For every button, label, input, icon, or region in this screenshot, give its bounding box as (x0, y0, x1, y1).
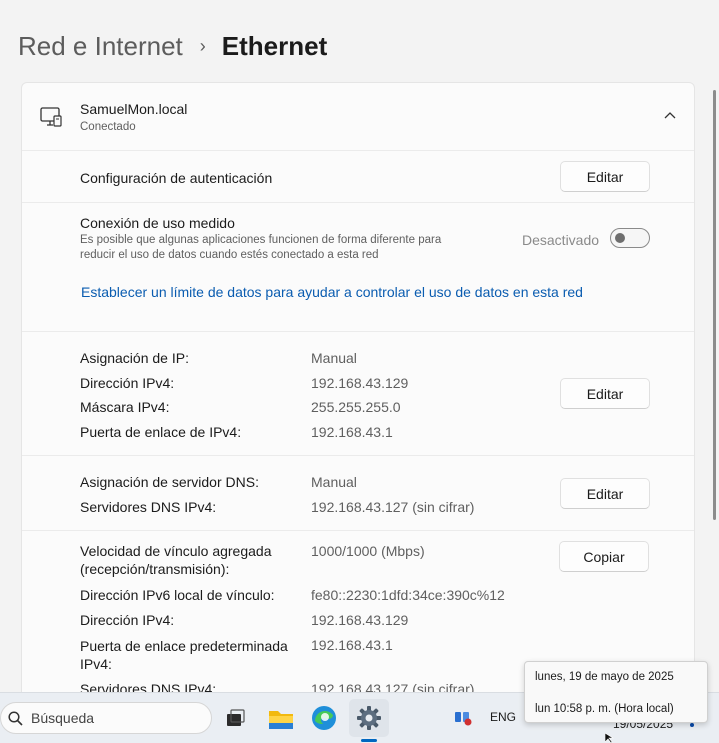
toggle-knob (615, 233, 625, 243)
mouse-cursor-icon (605, 733, 615, 743)
active-app-indicator (361, 739, 377, 742)
auth-edit-button[interactable]: Editar (560, 161, 650, 192)
ipv6-local-value: fe80::2230:1dfd:34ce:390c%12 (311, 587, 505, 603)
page-title: Ethernet (221, 30, 328, 61)
dns-servers-value: 192.168.43.127 (sin cifrar) (311, 499, 475, 515)
scrollbar[interactable] (713, 90, 716, 520)
data-limit-link[interactable]: Establecer un límite de datos para ayuda… (81, 284, 583, 300)
file-explorer-icon[interactable] (266, 703, 296, 733)
taskbar-search[interactable]: Búsqueda (0, 702, 212, 734)
task-view-icon[interactable] (220, 703, 250, 733)
metered-description-line2: reducir el uso de datos cuando estés con… (80, 249, 379, 261)
link-speed-label-line1: Velocidad de vínculo agregada (80, 543, 272, 559)
language-indicator[interactable]: ENG (490, 710, 516, 724)
tooltip-date: lunes, 19 de mayo de 2025 (535, 671, 674, 683)
copy-button[interactable]: Copiar (559, 541, 649, 572)
default-gateway-value: 192.168.43.1 (311, 637, 393, 653)
tray-network-icon[interactable] (452, 707, 474, 729)
edge-browser-icon[interactable] (309, 703, 339, 733)
ipv4-mask-label: Máscara IPv4: (80, 399, 170, 415)
ipv6-local-label: Dirección IPv6 local de vínculo: (80, 587, 275, 603)
tooltip-time: lun 10:58 p. m. (Hora local) (535, 703, 674, 715)
default-gateway-label-line2: IPv4: (80, 656, 112, 672)
link-speed-value: 1000/1000 (Mbps) (311, 543, 425, 559)
ipv4-address-label: Dirección IPv4: (80, 375, 175, 391)
ethernet-panel: SamuelMon.local Conectado Configuración … (21, 82, 695, 702)
dns-servers-label: Servidores DNS IPv4: (80, 499, 217, 515)
prop-ipv4-value: 192.168.43.129 (311, 612, 409, 628)
metered-connection-title: Conexión de uso medido (80, 215, 235, 231)
metered-connection-toggle[interactable] (610, 228, 650, 248)
breadcrumb-parent[interactable]: Red e Internet (18, 31, 183, 62)
prop-ipv4-label: Dirección IPv4: (80, 612, 175, 628)
dns-edit-button[interactable]: Editar (560, 478, 650, 509)
dns-assignment-label: Asignación de servidor DNS: (80, 474, 259, 490)
clock-tooltip: lunes, 19 de mayo de 2025 lun 10:58 p. m… (524, 661, 708, 723)
settings-gear-icon (357, 706, 381, 730)
network-header[interactable]: SamuelMon.local Conectado (22, 83, 694, 151)
ip-assignment-label: Asignación de IP: (80, 350, 189, 366)
ip-edit-button[interactable]: Editar (560, 378, 650, 409)
ethernet-computer-icon (40, 107, 62, 127)
link-speed-label-line2: (recepción/transmisión): (80, 561, 230, 577)
search-icon (8, 710, 23, 726)
default-gateway-label-line1: Puerta de enlace predeterminada (80, 638, 288, 654)
ipv4-address-value: 192.168.43.129 (311, 375, 409, 391)
metered-toggle-state: Desactivado (522, 232, 600, 248)
auth-settings-label: Configuración de autenticación (80, 170, 273, 186)
network-name: SamuelMon.local (80, 101, 188, 117)
ipv4-gateway-value: 192.168.43.1 (311, 424, 393, 440)
ipv4-mask-value: 255.255.255.0 (311, 399, 401, 415)
dns-assignment-value: Manual (311, 474, 357, 490)
metered-description-line1: Es posible que algunas aplicaciones func… (80, 234, 442, 246)
breadcrumb: Red e Internet › Ethernet (18, 28, 327, 64)
ip-assignment-value: Manual (311, 350, 357, 366)
chevron-up-icon[interactable] (664, 111, 676, 119)
network-status: Conectado (80, 121, 136, 133)
ipv4-gateway-label: Puerta de enlace de IPv4: (80, 424, 242, 440)
search-placeholder: Búsqueda (31, 710, 95, 726)
breadcrumb-separator-icon: › (199, 35, 206, 56)
